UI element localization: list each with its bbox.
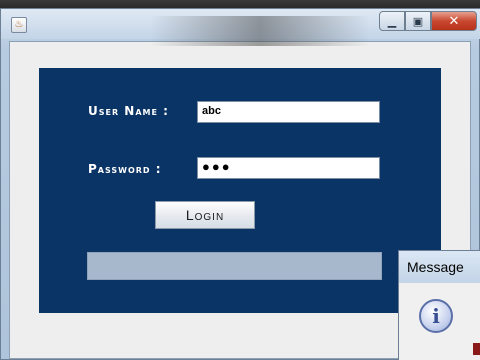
login-button[interactable]: Login	[155, 201, 255, 229]
minimize-button[interactable]: ▁	[379, 11, 405, 31]
message-dialog-title[interactable]: Message	[399, 251, 480, 283]
message-dialog: Message i	[398, 250, 480, 360]
dialog-edge-mark	[473, 343, 480, 355]
java-app-icon[interactable]: ♨	[11, 17, 27, 33]
password-label: Password :	[88, 162, 162, 176]
info-icon: i	[419, 299, 453, 333]
username-label: User Name :	[88, 104, 169, 118]
close-button[interactable]: ✕	[431, 11, 477, 31]
maximize-button[interactable]: ▣	[405, 11, 431, 31]
login-panel: User Name : abc Password : ●●● Login	[39, 68, 441, 313]
status-bar	[87, 252, 382, 280]
desktop-background	[0, 0, 480, 8]
message-dialog-body: i	[399, 283, 480, 360]
window-controls: ▁ ▣ ✕	[379, 11, 477, 31]
desktop-blur	[150, 16, 370, 46]
username-field[interactable]: abc	[197, 101, 380, 123]
password-field[interactable]: ●●●	[197, 157, 380, 179]
